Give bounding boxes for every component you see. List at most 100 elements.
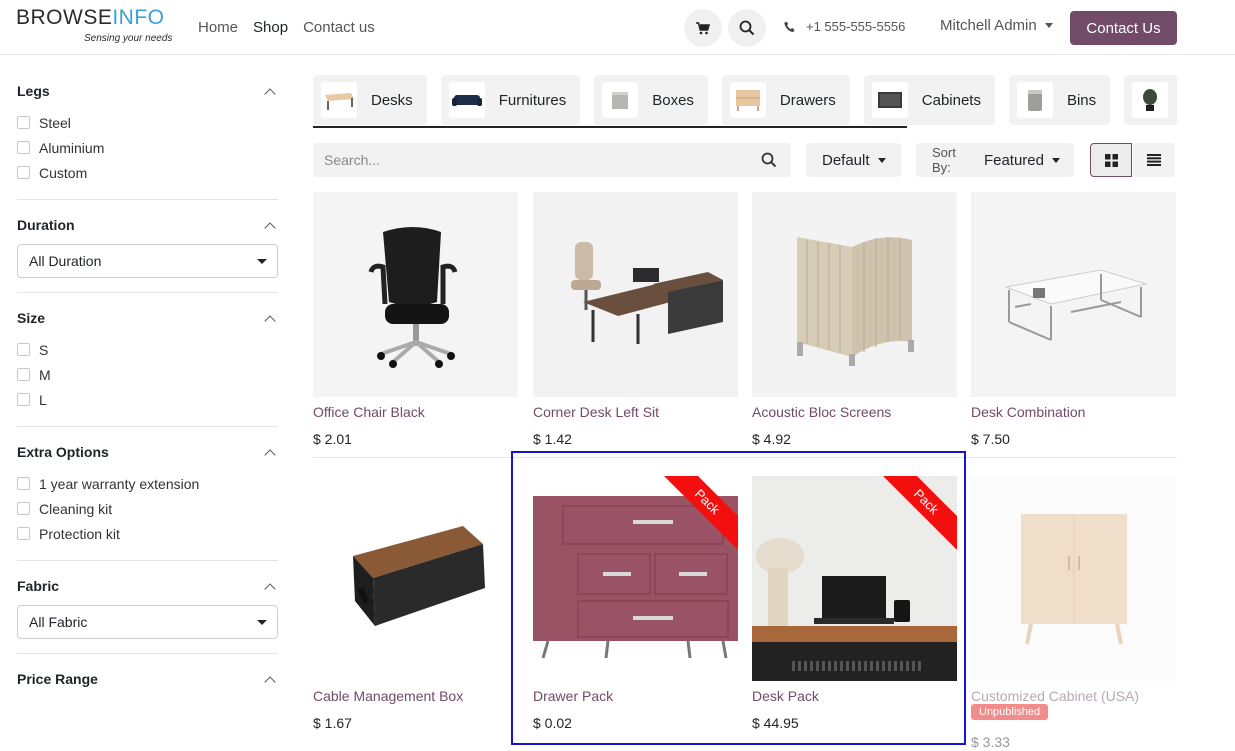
pricelist-dropdown[interactable]: Default [806, 143, 901, 177]
option-label: L [39, 391, 47, 408]
category-cabinets[interactable]: Cabinets [863, 75, 995, 125]
option-label: Steel [39, 114, 71, 131]
duration-select[interactable]: All Duration [17, 244, 278, 278]
search-icon [739, 20, 755, 36]
product-price: $ 1.42 [533, 431, 572, 447]
checkbox[interactable] [17, 502, 30, 515]
category-boxes[interactable]: Boxes [594, 75, 708, 125]
filter-option[interactable]: L [17, 387, 278, 412]
product-image[interactable] [971, 476, 1176, 681]
product-card[interactable]: Customized Cabinet (USA) Unpublished $ 3… [971, 476, 1176, 750]
contact-us-button[interactable]: Contact Us [1070, 11, 1177, 45]
filter-price-range: Price Range [17, 668, 278, 690]
filter-option[interactable]: S [17, 337, 278, 362]
search-placeholder: Search... [324, 152, 381, 168]
product-image[interactable] [533, 192, 738, 397]
product-name[interactable]: Cable Management Box [313, 687, 463, 705]
product-name[interactable]: Corner Desk Left Sit [533, 403, 659, 421]
chevron-up-icon[interactable] [264, 221, 276, 234]
search-button[interactable] [728, 9, 766, 47]
checkbox[interactable] [17, 343, 30, 356]
office-chair-image [313, 192, 518, 397]
filter-extra-header[interactable]: Extra Options [17, 441, 278, 463]
filter-option[interactable]: Custom [17, 160, 278, 185]
chevron-up-icon[interactable] [264, 675, 276, 688]
filter-fabric-header[interactable]: Fabric [17, 575, 278, 597]
product-card[interactable]: Desk Combination $ 7.50 [971, 192, 1176, 447]
product-card[interactable]: Office Chair Black $ 2.01 [313, 192, 518, 447]
product-image[interactable] [971, 192, 1176, 397]
checkbox[interactable] [17, 368, 30, 381]
checkbox[interactable] [17, 477, 30, 490]
select-value: All Fabric [29, 614, 88, 630]
option-label: Aluminium [39, 139, 105, 156]
checkbox[interactable] [17, 393, 30, 406]
logo[interactable]: BROWSEINFO Sensing your needs [16, 7, 176, 47]
filter-size-header[interactable]: Size [17, 307, 278, 329]
phone-link[interactable]: +1 555-555-5556 [784, 19, 905, 34]
filter-option[interactable]: 1 year warranty extension [17, 471, 278, 496]
product-name[interactable]: Desk Combination [971, 403, 1085, 421]
product-card[interactable]: Cable Management Box $ 1.67 [313, 476, 518, 731]
filter-duration: Duration All Duration [17, 214, 278, 293]
corner-desk-image [533, 192, 738, 397]
filter-option[interactable]: Cleaning kit [17, 496, 278, 521]
list-view-button[interactable] [1133, 143, 1175, 177]
checkbox[interactable] [17, 527, 30, 540]
checkbox[interactable] [17, 141, 30, 154]
pricelist-value: Default [822, 151, 870, 169]
drawer-thumbnail [729, 82, 766, 118]
fabric-select[interactable]: All Fabric [17, 605, 278, 639]
product-name[interactable]: Customized Cabinet (USA) [971, 687, 1139, 705]
chevron-up-icon[interactable] [264, 582, 276, 595]
filter-option[interactable]: Protection kit [17, 521, 278, 546]
option-label: Protection kit [39, 525, 120, 542]
filter-size: Size S M L [17, 307, 278, 427]
sofa-thumbnail [448, 82, 485, 118]
user-menu[interactable]: Mitchell Admin [940, 17, 1053, 34]
acoustic-screen-image [752, 192, 957, 397]
product-card[interactable]: Acoustic Bloc Screens $ 4.92 [752, 192, 957, 447]
category-desks[interactable]: Desks [313, 75, 427, 125]
search-icon[interactable] [761, 152, 777, 168]
grid-view-button[interactable] [1090, 143, 1132, 177]
product-price: $ 1.67 [313, 715, 352, 731]
category-furnitures[interactable]: Furnitures [440, 75, 581, 125]
unpublished-badge: Unpublished [971, 704, 1049, 720]
category-label: Cabinets [921, 91, 981, 109]
filter-fabric: Fabric All Fabric [17, 575, 278, 654]
filter-option[interactable]: Steel [17, 110, 278, 135]
sort-dropdown[interactable]: Sort By: Featured [916, 143, 1074, 177]
filter-duration-header[interactable]: Duration [17, 214, 278, 236]
product-image[interactable] [313, 192, 518, 397]
category-scrollbar[interactable] [313, 126, 907, 128]
filter-option[interactable]: Aluminium [17, 135, 278, 160]
chevron-up-icon[interactable] [264, 448, 276, 461]
product-image[interactable] [752, 192, 957, 397]
product-search-input[interactable]: Search... [313, 143, 791, 177]
filter-legs-header[interactable]: Legs [17, 80, 278, 102]
product-name[interactable]: Office Chair Black [313, 403, 425, 421]
nav-contact[interactable]: Contact us [303, 17, 375, 39]
category-drawers[interactable]: Drawers [721, 75, 850, 125]
chevron-up-icon[interactable] [264, 87, 276, 100]
filter-option[interactable]: M [17, 362, 278, 387]
filter-title: Size [17, 310, 46, 326]
category-label: Drawers [779, 91, 836, 109]
filter-title: Extra Options [17, 444, 109, 460]
product-image[interactable] [313, 476, 518, 681]
chevron-up-icon[interactable] [264, 314, 276, 327]
product-name[interactable]: Acoustic Bloc Screens [752, 403, 891, 421]
cart-button[interactable] [684, 9, 722, 47]
nav-home[interactable]: Home [198, 17, 238, 39]
checkbox[interactable] [17, 116, 30, 129]
nav-shop[interactable]: Shop [253, 17, 288, 39]
filter-legs: Legs Steel Aluminium Custom [17, 80, 278, 200]
filter-title: Price Range [17, 671, 98, 687]
desk-thumbnail [321, 82, 357, 118]
checkbox[interactable] [17, 166, 30, 179]
filter-price-header[interactable]: Price Range [17, 668, 278, 690]
category-more[interactable] [1124, 75, 1177, 125]
category-bins[interactable]: Bins [1008, 75, 1111, 125]
product-card[interactable]: Corner Desk Left Sit $ 1.42 [533, 192, 738, 447]
